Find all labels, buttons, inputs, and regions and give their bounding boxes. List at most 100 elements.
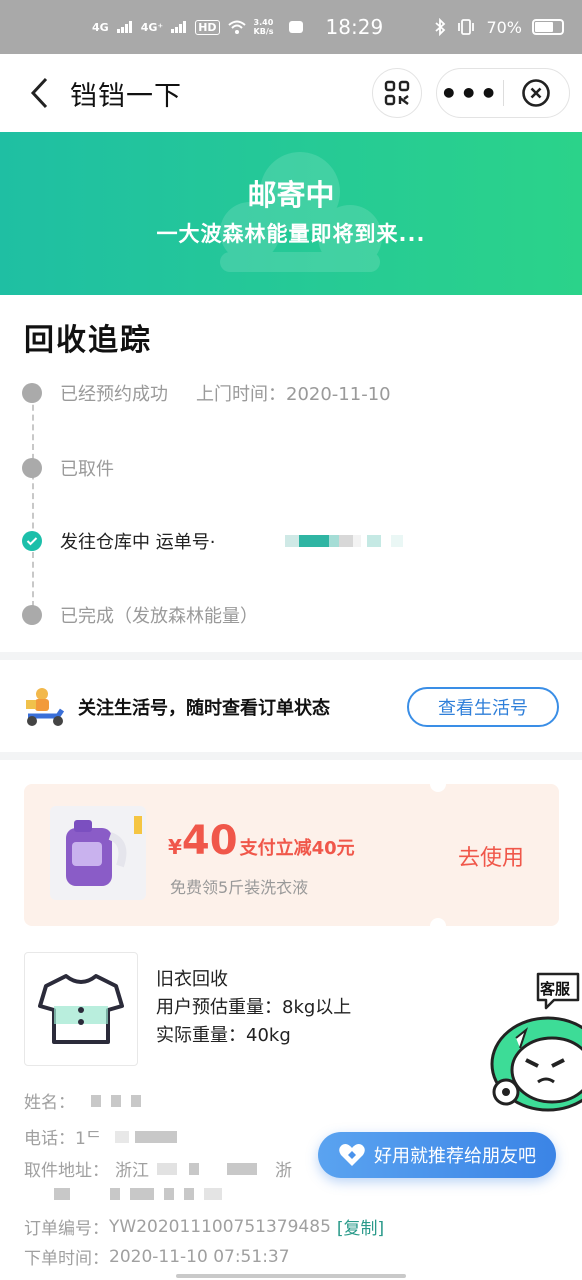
timeline-step: 已完成（发放森林能量） [22, 602, 258, 628]
step-label: 已经预约成功 [60, 384, 168, 405]
step-label: 已取件 [60, 459, 114, 480]
page-title: 铛铛一下 [70, 80, 182, 112]
redacted [131, 1094, 141, 1107]
share-label: 好用就推荐给朋友吧 [374, 1146, 536, 1167]
close-circle-icon [522, 79, 551, 107]
coupon-subtitle: 免费领5斤装洗衣液 [170, 878, 309, 897]
signal-icon [171, 21, 187, 33]
follow-hint: 关注生活号，随时查看订单状态 [78, 698, 330, 719]
redacted [184, 1188, 194, 1200]
goods-info: 旧衣回收 用户预估重量：8kg以上 实际重量：40kg [156, 966, 351, 1050]
chevron-left-icon [30, 77, 48, 109]
coupon-notch [430, 776, 446, 792]
coupon-card[interactable]: ¥ 40 支付立减40元 免费领5斤装洗衣液 去使用 [24, 776, 559, 934]
goods-name: 旧衣回收 [156, 969, 228, 990]
order-time-row: 下单时间： 2020-11-10 07:51:37 [24, 1244, 290, 1270]
redacted [164, 1188, 174, 1200]
nav-bar: 铛铛一下 ••• [0, 54, 582, 132]
redacted [204, 1188, 222, 1200]
scan-icon [384, 80, 410, 106]
step-pickup-time: 上门时间：2020-11-10 [196, 384, 391, 405]
customer-service-label: 客服 [540, 980, 571, 998]
order-no: YW202011100751379485 [109, 1216, 331, 1237]
timeline-step: 已经预约成功 上门时间：2020-11-10 [22, 380, 391, 406]
goods-thumbnail [24, 952, 138, 1066]
status-banner: 邮寄中 一大波森林能量即将到来... [0, 132, 582, 295]
estimated-weight: 用户预估重量：8kg以上 [156, 997, 352, 1018]
clock: 18:29 [325, 15, 384, 39]
step-label: 已完成（发放森林能量） [60, 606, 258, 627]
network-1: 4G [92, 20, 109, 34]
redacted [135, 1130, 178, 1143]
scan-button[interactable] [372, 68, 422, 118]
step-check-icon [22, 531, 42, 551]
redacted-tracking-number [285, 535, 404, 547]
phone-label: 电话： [24, 1129, 75, 1149]
battery-icon [532, 19, 564, 35]
vibrate-icon [458, 19, 475, 35]
tracking-card: 回收追踪 已经预约成功 上门时间：2020-11-10 已取件 发往仓库中 运单… [0, 295, 582, 652]
name-row: 姓名： [24, 1088, 141, 1113]
customer-service-bubble[interactable]: 客服 [534, 970, 582, 1010]
redacted [91, 1094, 101, 1107]
speed-text: 3.40 KB/s [253, 18, 274, 36]
step-label: 发往仓库中 运单号· [60, 532, 216, 553]
address-mid: 浙 [275, 1161, 292, 1181]
address-row: 取件地址： 浙江 浙 [24, 1156, 292, 1181]
redacted [189, 1162, 199, 1175]
phone-row: 电话： 1ᄃ [24, 1124, 178, 1149]
close-button[interactable] [504, 69, 570, 117]
actual-weight: 实际重量：40kg [156, 1025, 291, 1046]
more-button[interactable]: ••• [437, 69, 503, 117]
timeline-step-current: 发往仓库中 运单号· [22, 528, 404, 554]
back-button[interactable] [14, 63, 64, 123]
redacted [157, 1162, 177, 1175]
mascot-icon[interactable] [486, 1008, 582, 1138]
follow-life-account-card: 关注生活号，随时查看订单状态 查看生活号 [0, 660, 582, 752]
address-prefix: 浙江 [115, 1161, 149, 1181]
coupon-desc: 支付立减40元 [239, 838, 355, 859]
recommend-to-friends-button[interactable]: 好用就推荐给朋友吧 [318, 1132, 556, 1178]
address-row-2 [24, 1188, 222, 1200]
copy-order-no-link[interactable]: [复制] [337, 1214, 384, 1239]
wifi-icon [227, 20, 246, 34]
view-life-account-button[interactable]: 查看生活号 [407, 687, 559, 727]
order-time-label: 下单时间： [24, 1249, 109, 1269]
redacted [227, 1162, 257, 1175]
network-2: 4G⁺ [140, 20, 164, 34]
step-dot [22, 605, 42, 625]
step-dot [22, 383, 42, 403]
use-coupon-button[interactable]: 去使用 [458, 840, 524, 872]
coupon-notch [430, 918, 446, 934]
order-no-label: 订单编号： [24, 1219, 109, 1239]
phone-prefix: 1ᄃ [75, 1129, 102, 1149]
currency-symbol: ¥ [168, 835, 182, 859]
redacted [110, 1188, 120, 1200]
tracking-title: 回收追踪 [24, 323, 152, 358]
signal-icon [116, 21, 132, 33]
redacted [111, 1094, 121, 1107]
redacted [54, 1188, 70, 1200]
redacted [130, 1188, 154, 1200]
delivery-scooter-icon [26, 688, 65, 726]
coupon-value: 40 [181, 818, 238, 864]
name-label: 姓名： [24, 1093, 75, 1113]
tshirt-icon [38, 974, 124, 1044]
status-bar: 4G 4G⁺ HD 3.40 KB/s 18:29 70% [0, 0, 582, 54]
bluetooth-icon [435, 18, 446, 36]
mini-program-capsule: ••• [436, 68, 570, 118]
detergent-image [50, 806, 146, 900]
step-dot [22, 458, 42, 478]
heart-share-icon [339, 1144, 365, 1166]
hd-badge: HD [195, 19, 220, 35]
timeline-line [32, 395, 34, 607]
address-label: 取件地址： [24, 1161, 109, 1181]
timeline-step: 已取件 [22, 455, 114, 481]
app-notification-icon [288, 21, 303, 33]
order-number-row: 订单编号： YW202011100751379485 [复制] [24, 1214, 384, 1240]
banner-title: 邮寄中 [247, 178, 335, 212]
signal-indicators: 4G 4G⁺ HD 3.40 KB/s [92, 18, 304, 36]
coupon-amount: ¥ 40 支付立减40元 [168, 818, 355, 864]
banner-subtitle: 一大波森林能量即将到来... [156, 222, 426, 246]
battery-percent: 70% [486, 17, 522, 37]
